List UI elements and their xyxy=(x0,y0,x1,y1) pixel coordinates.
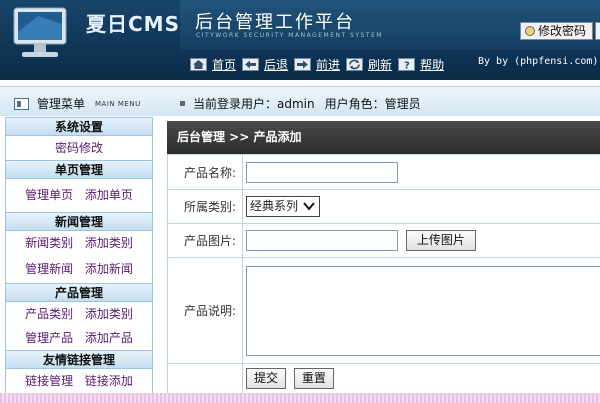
sidebar-section-pages[interactable]: 单页管理 xyxy=(6,160,152,179)
upload-image-button[interactable]: 上传图片 xyxy=(405,230,476,251)
category-select-value: 经典系列 xyxy=(250,199,299,213)
top-nav: 首页 后退 前进 刷新 ? 帮助 xyxy=(190,54,450,74)
sidebar-row: 密码修改 xyxy=(6,136,152,160)
role-name: 管理员 xyxy=(384,97,421,111)
sidebar-link-manage-news[interactable]: 管理新闻 xyxy=(25,262,73,276)
menu-title-label: 管理菜单 xyxy=(37,97,86,111)
product-image-input[interactable] xyxy=(246,230,398,251)
sidebar: 系统设置 密码修改 单页管理 管理单页 添加单页 新闻管理 新闻类别 添加类别 … xyxy=(5,117,153,403)
role-label: 用户角色： xyxy=(324,97,385,111)
sidebar-link-add-page[interactable]: 添加单页 xyxy=(85,188,133,202)
forward-arrow-icon xyxy=(294,57,312,71)
sidebar-link-add-product[interactable]: 添加产品 xyxy=(85,331,133,345)
sidebar-link-manage-products[interactable]: 管理产品 xyxy=(25,331,73,345)
nav-forward-label: 前进 xyxy=(316,57,341,72)
brand-subtitle-en: CITYWORK SECURITY MANAGEMENT SYSTEM xyxy=(196,32,383,39)
nav-forward[interactable]: 前进 xyxy=(294,56,340,73)
refresh-icon xyxy=(346,57,364,71)
brand-title: 夏日CMS xyxy=(86,12,180,36)
nav-refresh[interactable]: 刷新 xyxy=(346,56,392,73)
category-select[interactable]: 经典系列 xyxy=(246,196,321,217)
reset-button[interactable]: 重置 xyxy=(293,368,334,389)
nav-home-label: 首页 xyxy=(212,57,237,72)
home-icon xyxy=(190,57,207,71)
nav-back-label: 后退 xyxy=(264,57,289,72)
sidebar-row: 链接管理 链接添加 xyxy=(6,369,152,393)
form-actions-spacer xyxy=(167,363,243,396)
user-label: 当前登录用户： xyxy=(193,97,278,111)
sidebar-link-add-link[interactable]: 链接添加 xyxy=(85,374,133,388)
monitor-logo-icon xyxy=(13,7,67,57)
menu-title-en: MAIN MENU xyxy=(95,99,141,108)
product-name-input[interactable] xyxy=(246,161,398,183)
product-form: 产品名称: 所属类别: 经典系列 产品图片: 上传图片 产品说明: 提交 重置 xyxy=(167,154,600,396)
sidebar-section-products[interactable]: 产品管理 xyxy=(6,283,152,302)
help-icon: ? xyxy=(398,57,416,71)
product-description-textarea[interactable] xyxy=(246,265,600,356)
product-description-label: 产品说明: xyxy=(167,257,243,364)
nav-back[interactable]: 后退 xyxy=(242,56,288,73)
sidebar-row: 新闻类别 添加类别 xyxy=(6,231,152,255)
nav-refresh-label: 刷新 xyxy=(368,57,393,72)
breadcrumb: 后台管理 >> 产品添加 xyxy=(167,121,600,154)
sidebar-link-manage-links[interactable]: 链接管理 xyxy=(25,374,73,388)
sidebar-row: 产品类别 添加类别 xyxy=(6,302,152,326)
nav-home[interactable]: 首页 xyxy=(190,56,236,73)
product-image-label: 产品图片: xyxy=(167,223,243,258)
byline: By by (phpfensi.com) xyxy=(478,56,599,67)
menu-panel-icon xyxy=(14,97,29,110)
app-header: 夏日CMS 后台管理工作平台 CITYWORK SECURITY MANAGEM… xyxy=(0,0,600,80)
sidebar-section-system[interactable]: 系统设置 xyxy=(6,117,152,136)
svg-text:?: ? xyxy=(404,60,410,70)
sidebar-link-add-news-category[interactable]: 添加类别 xyxy=(85,236,133,250)
back-arrow-icon xyxy=(242,57,260,71)
menu-title: 管理菜单 MAIN MENU xyxy=(14,95,141,112)
main-content: 后台管理 >> 产品添加 产品名称: 所属类别: 经典系列 产品图片: 上传图片… xyxy=(167,121,600,403)
change-password-button[interactable]: 修改密码 xyxy=(520,22,594,40)
status-bar: 管理菜单 MAIN MENU 当前登录用户： admin 用户角色： 管理员 xyxy=(0,86,600,116)
sidebar-section-links[interactable]: 友情链接管理 xyxy=(6,350,152,369)
submit-button[interactable]: 提交 xyxy=(246,368,287,389)
sidebar-section-news[interactable]: 新闻管理 xyxy=(6,212,152,231)
chevron-down-icon xyxy=(302,199,316,211)
nav-help[interactable]: ? 帮助 xyxy=(398,56,444,73)
sidebar-link-product-category[interactable]: 产品类别 xyxy=(25,307,73,321)
brand-subtitle: 后台管理工作平台 xyxy=(195,12,355,33)
sidebar-row: 管理新闻 添加新闻 xyxy=(6,255,152,283)
sidebar-link-add-product-category[interactable]: 添加类别 xyxy=(85,307,133,321)
sidebar-row: 管理单页 添加单页 xyxy=(6,179,152,212)
key-icon xyxy=(525,26,535,36)
user-name: admin xyxy=(277,96,315,111)
sidebar-link-change-password[interactable]: 密码修改 xyxy=(55,141,103,155)
bullet-square-icon xyxy=(180,101,185,106)
sidebar-row: 管理产品 添加产品 xyxy=(6,326,152,350)
sidebar-link-manage-pages[interactable]: 管理单页 xyxy=(25,188,73,202)
change-password-label: 修改密码 xyxy=(538,24,587,38)
category-label: 所属类别: xyxy=(167,189,243,224)
current-user-info: 当前登录用户： admin 用户角色： 管理员 xyxy=(180,95,421,112)
header-extra-button[interactable] xyxy=(595,22,600,40)
product-name-label: 产品名称: xyxy=(167,154,243,190)
sidebar-link-add-news[interactable]: 添加新闻 xyxy=(85,262,133,276)
nav-help-label: 帮助 xyxy=(420,57,445,72)
sidebar-link-news-category[interactable]: 新闻类别 xyxy=(25,236,73,250)
bottom-strip xyxy=(0,393,600,403)
